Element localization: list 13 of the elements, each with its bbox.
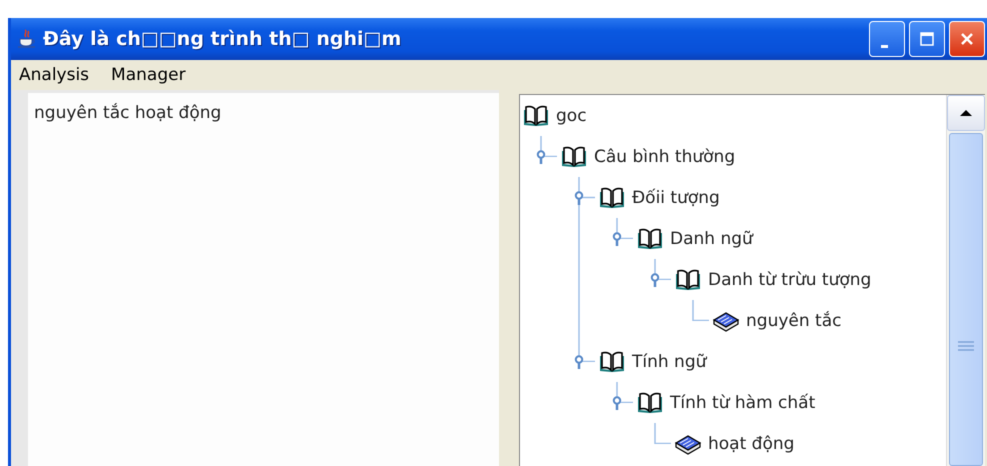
tree-node-label[interactable]: Danh từ trừu tượng (708, 270, 872, 290)
text-area[interactable]: nguyên tắc hoạt động (28, 93, 499, 466)
menu-item[interactable]: Analysis (19, 65, 90, 85)
tree-node-label[interactable]: Đốii tượng (632, 188, 720, 208)
tree-node-label[interactable]: Câu bình thường (594, 146, 736, 166)
menu-item[interactable]: Manager (111, 65, 186, 85)
tree-node-label[interactable]: hoạt động (708, 434, 794, 454)
tree-node-label[interactable]: Tính từ hàm chất (670, 392, 816, 412)
tree-node-label[interactable]: Danh ngữ (670, 228, 753, 248)
tree-node-label[interactable]: goc (556, 106, 587, 126)
tree-node-label[interactable]: Tính ngữ (632, 352, 706, 372)
window-title: Đây là ch□□ng trình th□ nghi□m (43, 28, 402, 50)
tree-node-label[interactable]: nguyên tắc (746, 310, 842, 330)
